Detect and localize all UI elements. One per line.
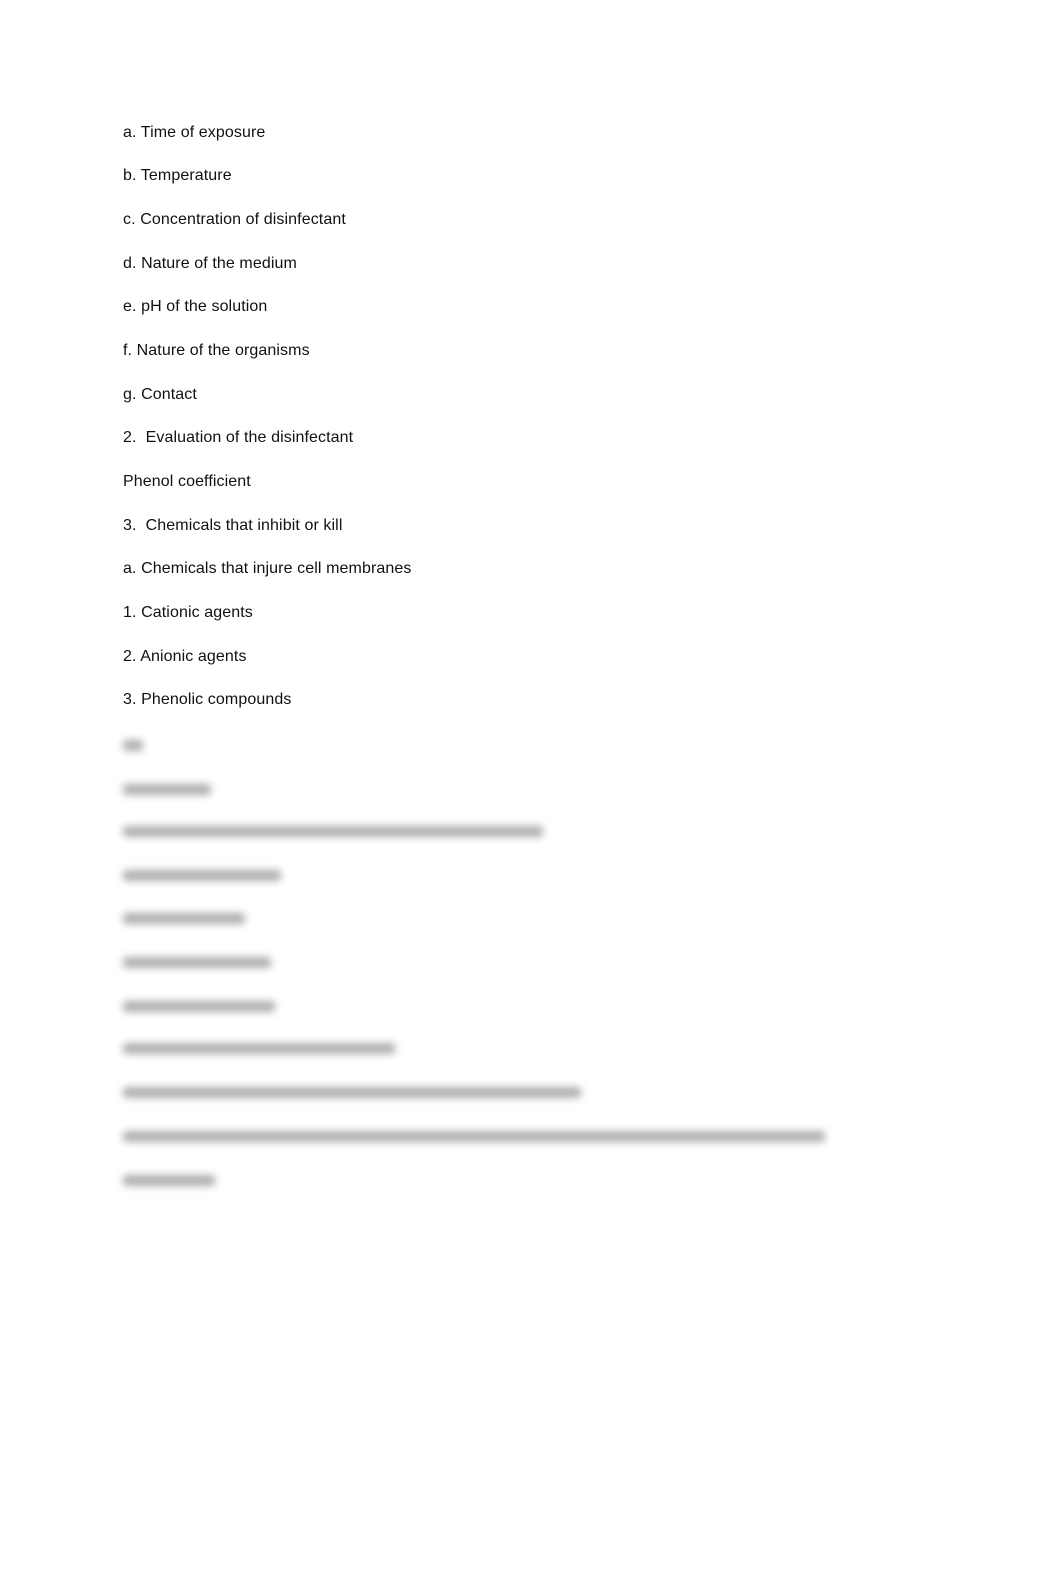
text-line: d. Nature of the medium: [123, 255, 297, 272]
text-line: 1. Cationic agents: [123, 604, 253, 621]
blurred-line: [123, 957, 271, 968]
blurred-line: [123, 784, 211, 795]
text-line: g. Contact: [123, 386, 197, 403]
text-line: f. Nature of the organisms: [123, 342, 310, 359]
section-heading: 3. Chemicals that inhibit or kill: [123, 517, 343, 534]
text-line: Phenol coefficient: [123, 473, 251, 490]
blurred-line: [123, 1087, 581, 1098]
blurred-line: [123, 826, 543, 837]
document-page: a. Time of exposure b. Temperature c. Co…: [0, 0, 1062, 1592]
blurred-line: [123, 1001, 275, 1012]
text-line: e. pH of the solution: [123, 298, 268, 315]
blurred-line: [123, 870, 281, 881]
section-heading: 2. Evaluation of the disinfectant: [123, 429, 354, 446]
blurred-line: [123, 1175, 215, 1186]
blurred-line: [123, 1043, 395, 1054]
text-line: c. Concentration of disinfectant: [123, 211, 346, 228]
text-line: a. Chemicals that injure cell membranes: [123, 560, 412, 577]
blurred-line: [123, 1131, 825, 1142]
text-line: a. Time of exposure: [123, 124, 266, 141]
text-line: 3. Phenolic compounds: [123, 691, 292, 708]
text-line: 2. Anionic agents: [123, 648, 247, 665]
blurred-line: [123, 740, 143, 751]
text-line: b. Temperature: [123, 167, 232, 184]
blurred-line: [123, 913, 245, 924]
